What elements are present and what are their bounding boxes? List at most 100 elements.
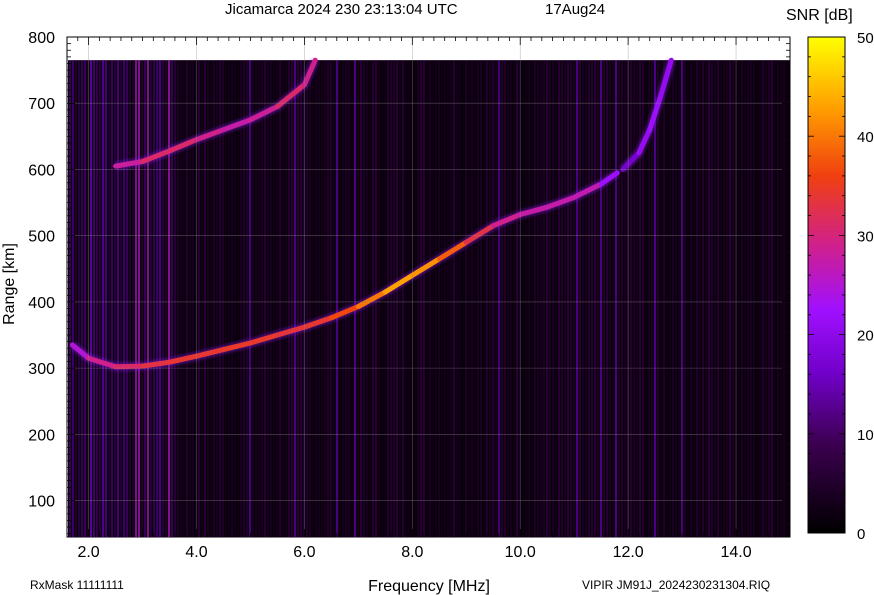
noise-column [696, 60, 698, 538]
noise-column [162, 60, 164, 538]
noise-column [426, 60, 428, 538]
noise-column [585, 60, 587, 538]
noise-column [171, 60, 173, 538]
noise-column [600, 60, 602, 538]
noise-column [420, 60, 422, 538]
noise-column [444, 60, 446, 538]
x-tick-label: 14.0 [720, 544, 751, 561]
noise-column [108, 60, 110, 538]
noise-column [72, 60, 74, 538]
noise-column [138, 60, 140, 538]
noise-column [618, 60, 620, 538]
noise-column [690, 60, 692, 538]
y-tick-label: 400 [28, 295, 55, 312]
noise-column [432, 60, 434, 538]
noise-column [579, 60, 581, 538]
noise-column [189, 60, 191, 538]
noise-column [492, 60, 494, 538]
noise-column [486, 60, 488, 538]
noise-column [354, 60, 356, 538]
noise-column [153, 60, 155, 538]
file-label: VIPIR JM91J_2024230231304.RIQ [582, 578, 770, 592]
noise-column [615, 60, 617, 538]
noise-column [75, 60, 77, 538]
noise-column [90, 60, 92, 538]
noise-column [477, 60, 479, 538]
y-axis-label: Range [km] [1, 243, 18, 325]
noise-column [450, 60, 452, 538]
noise-column [249, 60, 251, 538]
noise-column [657, 60, 659, 538]
noise-column [726, 60, 728, 538]
x-tick-label: 2.0 [77, 544, 99, 561]
noise-column [147, 60, 149, 538]
noise-column [288, 60, 290, 538]
x-tick-label: 10.0 [505, 544, 536, 561]
colorbar-tick-label: 0 [857, 526, 865, 543]
noise-column [84, 60, 86, 538]
noise-column [768, 60, 770, 538]
colorbar-tick-label: 50 [857, 30, 874, 47]
noise-column [120, 60, 122, 538]
noise-column [264, 60, 266, 538]
noise-column [609, 60, 611, 538]
noise-column [312, 60, 314, 538]
noise-column [402, 60, 404, 538]
noise-column [246, 60, 248, 538]
noise-column [786, 60, 788, 538]
noise-column [414, 60, 416, 538]
noise-column [345, 60, 347, 538]
noise-column [540, 60, 542, 538]
noise-column [297, 60, 299, 538]
noise-column [567, 60, 569, 538]
noise-column [423, 60, 425, 538]
noise-column [687, 60, 689, 538]
y-tick-label: 700 [28, 96, 55, 113]
noise-column [270, 60, 272, 538]
noise-column [165, 60, 167, 538]
noise-column [258, 60, 260, 538]
noise-column [558, 60, 560, 538]
noise-column [705, 60, 707, 538]
noise-column [417, 60, 419, 538]
noise-column [321, 60, 323, 538]
ionogram-chart: Jicamarca 2024 230 23:13:04 UTC 17Aug24 … [1, 1, 874, 595]
noise-column [441, 60, 443, 538]
noise-column [168, 60, 170, 538]
noise-column [552, 60, 554, 538]
noise-column [342, 60, 344, 538]
noise-column [669, 60, 671, 538]
noise-column [723, 60, 725, 538]
chart-title: Jicamarca 2024 230 23:13:04 UTC [225, 1, 458, 18]
y-tick-label: 100 [28, 494, 55, 511]
noise-column [783, 60, 785, 538]
chart-date: 17Aug24 [545, 1, 605, 18]
noise-column [192, 60, 194, 538]
noise-column [678, 60, 680, 538]
noise-column [663, 60, 665, 538]
noise-column [384, 60, 386, 538]
x-tick-label: 12.0 [613, 544, 644, 561]
noise-column [480, 60, 482, 538]
noise-column [624, 60, 626, 538]
noise-column [606, 60, 608, 538]
noise-column [351, 60, 353, 538]
noise-column [273, 60, 275, 538]
noise-column [453, 60, 455, 538]
noise-column [465, 60, 467, 538]
noise-column [276, 60, 278, 538]
noise-column [177, 60, 179, 538]
noise-column [498, 60, 500, 538]
noise-column [747, 60, 749, 538]
noise-column [672, 60, 674, 538]
noise-column [333, 60, 335, 538]
colorbar-label: SNR [dB] [786, 7, 853, 24]
noise-column [78, 60, 80, 538]
noise-column [744, 60, 746, 538]
noise-column [390, 60, 392, 538]
colorbar-tick-label: 10 [857, 427, 874, 444]
noise-column [714, 60, 716, 538]
noise-column [291, 60, 293, 538]
noise-column [660, 60, 662, 538]
noise-column [279, 60, 281, 538]
